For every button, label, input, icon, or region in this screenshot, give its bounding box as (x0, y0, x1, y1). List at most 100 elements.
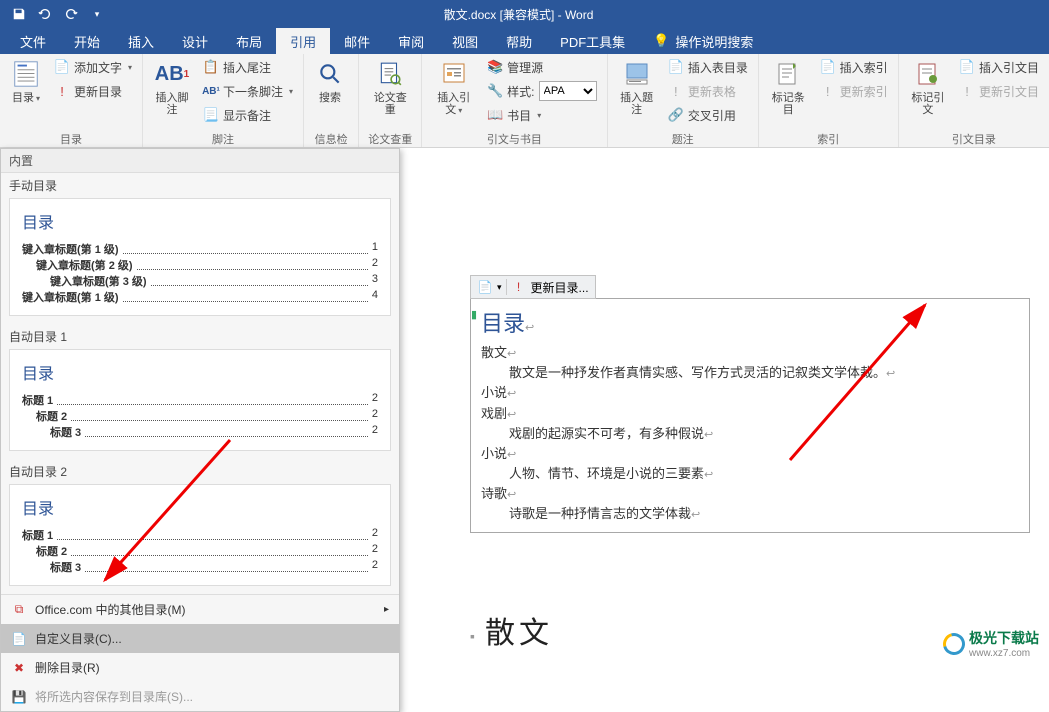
group-toc: 目录▾ 📄添加文字▾ !更新目录 目录 (0, 54, 143, 147)
tab-insert[interactable]: 插入 (114, 28, 168, 54)
toc-field-icon[interactable]: 📄 (477, 279, 493, 295)
watermark-logo-icon (939, 628, 969, 658)
tab-file[interactable]: 文件 (6, 28, 60, 54)
toc-field-toolbar: 📄▾ ! 更新目录... (470, 275, 596, 299)
footnote-icon: AB1 (156, 58, 188, 90)
tab-home[interactable]: 开始 (60, 28, 114, 54)
update-toc-button[interactable]: !更新目录 (50, 80, 136, 102)
toc-preview-row: 键入章标题(第 1 级)4 (22, 289, 378, 305)
manage-sources-button[interactable]: 📚管理源 (483, 56, 600, 78)
update-auth-icon: ! (959, 83, 975, 99)
update-index-button[interactable]: !更新索引 (816, 80, 892, 102)
save-icon[interactable] (8, 3, 30, 25)
update-field-icon[interactable]: ! (511, 279, 527, 295)
office-more-toc[interactable]: ⧉ Office.com 中的其他目录(M) ▸ (1, 595, 399, 624)
group-toc-label: 目录 (6, 131, 136, 147)
search-button[interactable]: 搜索 (310, 56, 350, 106)
doc-toc-line: 小说↩ (481, 383, 1019, 403)
insert-endnote-button[interactable]: 📋插入尾注 (199, 56, 297, 78)
toc-preview-row: 标题 22 (22, 408, 378, 424)
remove-toc-icon: ✖ (11, 660, 27, 676)
gallery-item-manual[interactable]: 目录 键入章标题(第 1 级)1键入章标题(第 2 级)2键入章标题(第 3 级… (9, 198, 391, 316)
similarity-icon (374, 58, 406, 90)
group-authorities: 标记引文 📄插入引文目 !更新引文目 引文目录 (899, 54, 1049, 147)
update-field-label[interactable]: 更新目录... (531, 279, 589, 296)
watermark-url: www.xz7.com (969, 648, 1039, 659)
document-toc-field[interactable]: 📄▾ ! 更新目录... ▮ 目录↩ 散文↩散文是一种抒发作者真情实感、写作方式… (470, 298, 1030, 533)
mark-entry-button[interactable]: 标记条目 (765, 56, 812, 118)
group-research: 搜索 信息检索 (304, 54, 359, 147)
mark-citation-icon (912, 58, 944, 90)
tab-references[interactable]: 引用 (276, 28, 330, 54)
remove-toc[interactable]: ✖ 删除目录(R) (1, 653, 399, 682)
toc-preview-row: 键入章标题(第 1 级)1 (22, 241, 378, 257)
gallery-header: 内置 (1, 149, 399, 173)
custom-toc[interactable]: 📄 自定义目录(C)... (1, 624, 399, 653)
gallery-section-auto1: 自动目录 1 (1, 324, 399, 347)
toc-button[interactable]: 目录▾ (6, 56, 46, 107)
toc-preview-row: 标题 12 (22, 527, 378, 543)
doc-toc-line: 戏剧的起源实不可考，有多种假说↩ (481, 424, 1019, 444)
search-icon (314, 58, 346, 90)
similarity-button[interactable]: 论文查重 (365, 56, 415, 118)
save-gallery-icon: 💾 (11, 689, 27, 705)
insert-index-icon: 📄 (820, 59, 836, 75)
bibliography-button[interactable]: 📖书目▾ (483, 104, 600, 126)
redo-icon[interactable] (60, 3, 82, 25)
doc-toc-line: 诗歌是一种抒情言志的文学体裁↩ (481, 504, 1019, 524)
toc-preview-row: 键入章标题(第 3 级)3 (22, 273, 378, 289)
tab-pdf[interactable]: PDF工具集 (546, 28, 639, 54)
toc-gallery-dropdown: 内置 手动目录 目录 键入章标题(第 1 级)1键入章标题(第 2 级)2键入章… (0, 148, 400, 712)
table-figures-icon: 📄 (668, 59, 684, 75)
document-heading: ▪散文 (470, 608, 553, 652)
tab-view[interactable]: 视图 (438, 28, 492, 54)
group-caption: 插入题注 📄插入表目录 !更新表格 🔗交叉引用 题注 (608, 54, 759, 147)
insert-caption-button[interactable]: 插入题注 (614, 56, 660, 118)
doc-toc-line: 小说↩ (481, 444, 1019, 464)
group-similarity: 论文查重 论文查重 (359, 54, 422, 147)
insert-authorities-button[interactable]: 📄插入引文目 (955, 56, 1043, 78)
doc-toc-line: 散文↩ (481, 343, 1019, 363)
toc-label: 目录 (12, 92, 34, 104)
tab-layout[interactable]: 布局 (222, 28, 276, 54)
tell-me[interactable]: 💡 操作说明搜索 (639, 28, 767, 54)
next-footnote-button[interactable]: AB¹下一条脚注▾ (199, 80, 297, 102)
insert-citation-button[interactable]: 插入引文▾ (428, 56, 479, 119)
bibliography-icon: 📖 (487, 107, 503, 123)
show-notes-button[interactable]: 📃显示备注 (199, 104, 297, 126)
update-table-button[interactable]: !更新表格 (664, 80, 752, 102)
gallery-item-auto1[interactable]: 目录 标题 12标题 22标题 32 (9, 349, 391, 451)
mark-citation-button[interactable]: 标记引文 (905, 56, 951, 118)
toc-preview-row: 标题 32 (22, 559, 378, 575)
insert-footnote-button[interactable]: AB1 插入脚注 (149, 56, 195, 118)
tab-review[interactable]: 审阅 (384, 28, 438, 54)
group-caption-label: 题注 (614, 131, 752, 147)
qat-customize-icon[interactable]: ▾ (86, 3, 108, 25)
doc-toc-line: 人物、情节、环境是小说的三要素↩ (481, 464, 1019, 484)
toc-preview-row: 标题 32 (22, 424, 378, 440)
toc-preview-row: 标题 22 (22, 543, 378, 559)
gallery-toc-heading: 目录 (22, 495, 378, 519)
style-dropdown[interactable]: APA (539, 81, 597, 101)
gallery-section-manual: 手动目录 (1, 173, 399, 196)
insert-index-button[interactable]: 📄插入索引 (816, 56, 892, 78)
show-notes-icon: 📃 (203, 107, 219, 123)
update-authorities-button[interactable]: !更新引文目 (955, 80, 1043, 102)
style-icon: 🔧 (487, 83, 503, 99)
group-index: 标记条目 📄插入索引 !更新索引 索引 (759, 54, 899, 147)
tab-design[interactable]: 设计 (168, 28, 222, 54)
cross-reference-button[interactable]: 🔗交叉引用 (664, 104, 752, 126)
toc-preview-row: 键入章标题(第 2 级)2 (22, 257, 378, 273)
doc-toc-title: 目录 (481, 311, 525, 336)
custom-toc-icon: 📄 (11, 631, 27, 647)
group-index-label: 索引 (765, 131, 892, 147)
tab-mailings[interactable]: 邮件 (330, 28, 384, 54)
insert-table-figures-button[interactable]: 📄插入表目录 (664, 56, 752, 78)
undo-icon[interactable] (34, 3, 56, 25)
quick-access-toolbar: ▾ (0, 3, 108, 25)
toc-content: ▮ 目录↩ 散文↩散文是一种抒发作者真情实感、写作方式灵活的记叙类文学体裁。↩小… (471, 299, 1029, 532)
gallery-item-auto2[interactable]: 目录 标题 12标题 22标题 32 (9, 484, 391, 586)
add-text-button[interactable]: 📄添加文字▾ (50, 56, 136, 78)
tab-help[interactable]: 帮助 (492, 28, 546, 54)
ribbon-tabs: 文件 开始 插入 设计 布局 引用 邮件 审阅 视图 帮助 PDF工具集 💡 操… (0, 28, 1049, 54)
